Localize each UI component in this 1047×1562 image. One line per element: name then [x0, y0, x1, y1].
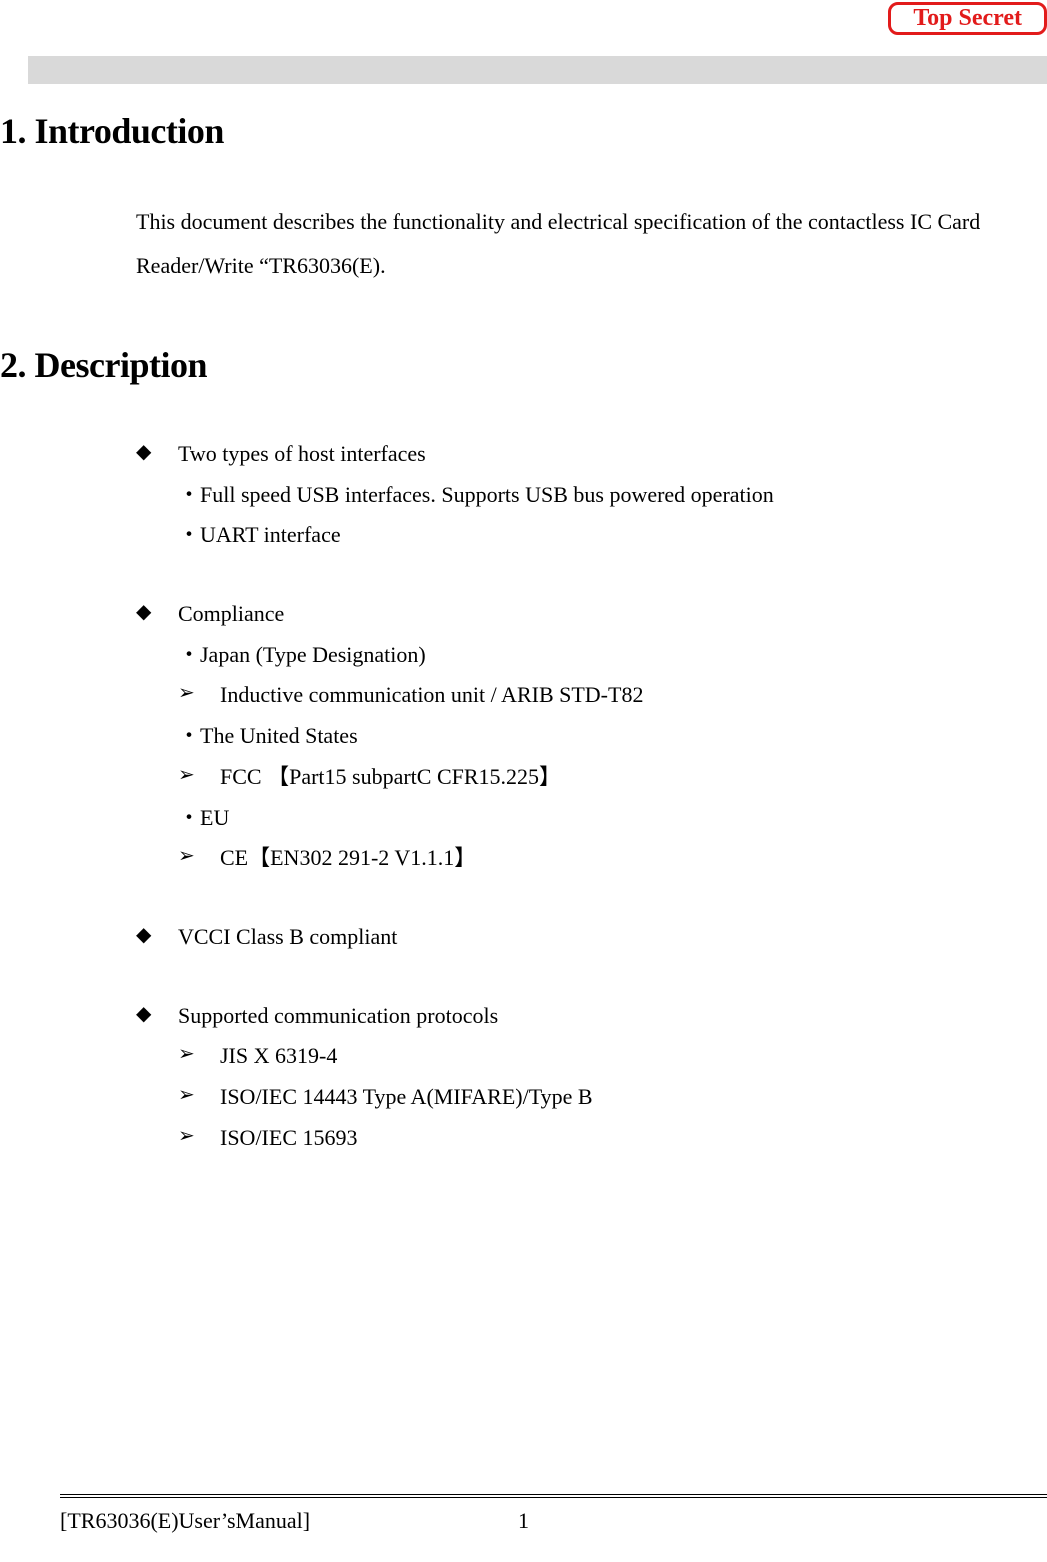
footer-page-number: 1 [0, 1508, 1047, 1534]
compliance-japan-label: ・Japan (Type Designation) [178, 635, 1047, 676]
desc-item-1: ◆ Two types of host interfaces [136, 434, 1047, 475]
diamond-icon: ◆ [136, 996, 178, 1037]
diamond-icon: ◆ [136, 434, 178, 475]
desc-item-4: ◆ Supported communication protocols [136, 996, 1047, 1037]
intro-paragraph: This document describes the functionalit… [136, 200, 1047, 288]
chevron-icon: ➢ [178, 1118, 220, 1159]
section-2-heading: 2. Description [0, 344, 1047, 386]
page-content: 1. Introduction This document describes … [0, 110, 1047, 1158]
desc-item-1-title: Two types of host interfaces [178, 434, 426, 475]
protocols-sub-3-text: ISO/IEC 15693 [220, 1118, 358, 1159]
protocols-sub-1-text: JIS X 6319-4 [220, 1036, 337, 1077]
desc-item-4-title: Supported communication protocols [178, 996, 498, 1037]
chevron-icon: ➢ [178, 1077, 220, 1118]
protocols-sub-3: ➢ ISO/IEC 15693 [178, 1118, 1047, 1159]
desc-item-2: ◆ Compliance [136, 594, 1047, 635]
chevron-icon: ➢ [178, 1036, 220, 1077]
compliance-us-sub: ➢ FCC 【Part15 subpartC CFR15.225】 [178, 757, 1047, 798]
desc-item-2-title: Compliance [178, 594, 284, 635]
footer-rule-top [60, 1494, 1047, 1495]
desc-item-1-dot-1: ・Full speed USB interfaces. Supports USB… [178, 475, 1047, 516]
compliance-us-sub-text: FCC 【Part15 subpartC CFR15.225】 [220, 757, 561, 798]
compliance-eu-label: ・EU [178, 798, 1047, 839]
footer-rule-bottom [60, 1497, 1047, 1498]
chevron-icon: ➢ [178, 838, 220, 879]
section-1-heading: 1. Introduction [0, 110, 1047, 152]
desc-item-1-dot-2: ・UART interface [178, 515, 1047, 556]
protocols-sub-2-text: ISO/IEC 14443 Type A(MIFARE)/Type B [220, 1077, 593, 1118]
compliance-japan-sub: ➢ Inductive communication unit / ARIB ST… [178, 675, 1047, 716]
protocols-sub-1: ➢ JIS X 6319-4 [178, 1036, 1047, 1077]
diamond-icon: ◆ [136, 917, 178, 958]
compliance-japan-sub-text: Inductive communication unit / ARIB STD-… [220, 675, 643, 716]
header-gray-bar [28, 56, 1047, 84]
compliance-eu-sub: ➢ CE【EN302 291-2 V1.1.1】 [178, 838, 1047, 879]
description-body: ◆ Two types of host interfaces ・Full spe… [136, 434, 1047, 1158]
protocols-sub-2: ➢ ISO/IEC 14443 Type A(MIFARE)/Type B [178, 1077, 1047, 1118]
chevron-icon: ➢ [178, 675, 220, 716]
desc-item-3: ◆ VCCI Class B compliant [136, 917, 1047, 958]
desc-item-3-title: VCCI Class B compliant [178, 917, 397, 958]
diamond-icon: ◆ [136, 594, 178, 635]
top-secret-badge: Top Secret [888, 2, 1047, 35]
compliance-us-label: ・The United States [178, 716, 1047, 757]
compliance-eu-sub-text: CE【EN302 291-2 V1.1.1】 [220, 838, 476, 879]
chevron-icon: ➢ [178, 757, 220, 798]
